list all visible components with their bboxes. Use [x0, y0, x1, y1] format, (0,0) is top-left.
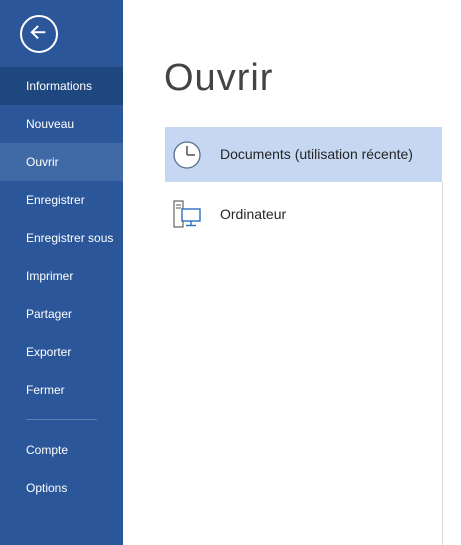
recent-documents-option[interactable]: Documents (utilisation récente)	[165, 127, 442, 182]
computer-label: Ordinateur	[220, 206, 287, 222]
sidebar-item-fermer[interactable]: Fermer	[0, 371, 123, 409]
sidebar-item-nouveau[interactable]: Nouveau	[0, 105, 123, 143]
back-button[interactable]	[20, 15, 58, 53]
sidebar-item-compte[interactable]: Compte	[0, 431, 123, 469]
backstage-sidebar: Informations Nouveau Ouvrir Enregistrer …	[0, 0, 123, 545]
sidebar-item-informations[interactable]: Informations	[0, 67, 123, 105]
sidebar-item-partager[interactable]: Partager	[0, 295, 123, 333]
panel-divider	[442, 182, 443, 545]
clock-icon	[173, 141, 201, 169]
back-arrow-icon	[30, 25, 46, 40]
sidebar-item-ouvrir[interactable]: Ouvrir	[0, 143, 123, 181]
sidebar-item-enregistrer[interactable]: Enregistrer	[0, 181, 123, 219]
computer-icon	[173, 200, 201, 228]
sidebar-divider	[26, 419, 97, 420]
sidebar-item-imprimer[interactable]: Imprimer	[0, 257, 123, 295]
page-title: Ouvrir	[164, 57, 274, 99]
computer-option[interactable]: Ordinateur	[165, 187, 442, 242]
sidebar-item-enregistrer-sous[interactable]: Enregistrer sous	[0, 219, 123, 257]
sidebar-item-exporter[interactable]: Exporter	[0, 333, 123, 371]
recent-documents-label: Documents (utilisation récente)	[220, 146, 413, 162]
sidebar-item-options[interactable]: Options	[0, 469, 123, 507]
